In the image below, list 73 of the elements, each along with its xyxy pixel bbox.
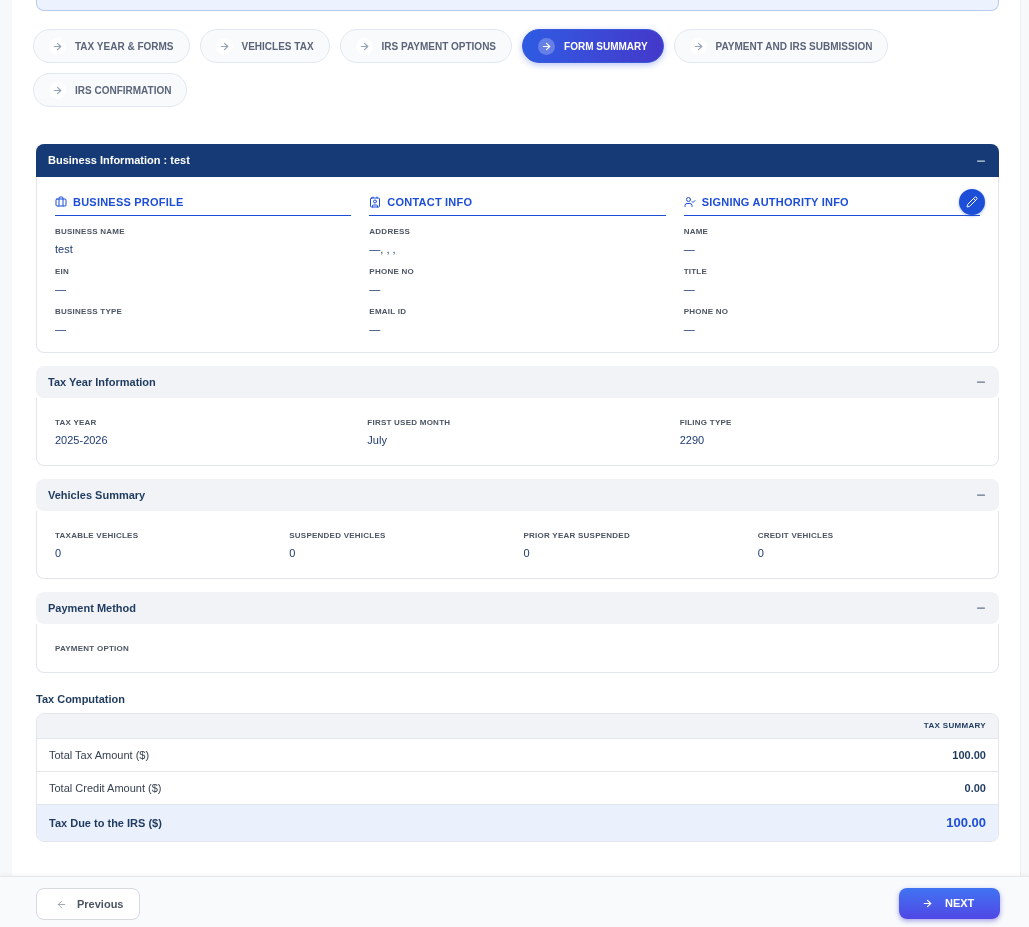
group-title: BUSINESS PROFILE [73, 194, 184, 210]
arrow-right-icon [689, 37, 707, 55]
field-value: July [367, 433, 387, 447]
section-header[interactable]: Tax Year Information [36, 366, 999, 398]
step-tab[interactable]: VEHICLES TAX [199, 29, 330, 63]
field-label: TAX YEAR [55, 418, 97, 428]
field-label: CREDIT VEHICLES [757, 531, 834, 541]
section-title: Business Information : test [48, 153, 190, 169]
section-header[interactable]: Business Information : test [36, 144, 999, 177]
field-label: PRIOR YEAR SUSPENDED [523, 531, 630, 541]
arrow-right-icon [215, 37, 233, 55]
field-label: FIRST USED MONTH [367, 418, 451, 428]
row-value: 100.00 [952, 747, 986, 763]
step-tab[interactable]: FORM SUMMARY [522, 29, 664, 63]
group-title: SIGNING AUTHORITY INFO [701, 194, 849, 210]
section-title: Tax Year Information [48, 374, 156, 390]
row-label: Total Credit Amount ($) [49, 780, 162, 796]
field-label: PAYMENT OPTION [55, 644, 130, 654]
field-value: — [683, 282, 695, 296]
column-header: TAX SUMMARY [923, 720, 986, 732]
step-tab[interactable]: IRS CONFIRMATION [33, 73, 188, 107]
contact-card-icon [369, 196, 382, 208]
arrow-right-icon [49, 37, 66, 55]
field-value: 0 [757, 546, 764, 560]
tax-computation-title: Tax Computation [36, 692, 125, 706]
arrow-right-icon [538, 37, 556, 55]
field-value: —, , , [369, 242, 396, 256]
field-value: 0 [55, 546, 62, 560]
previous-button[interactable]: Previous [36, 888, 140, 920]
arrow-right-icon [49, 81, 66, 99]
edit-button[interactable] [959, 189, 985, 215]
section-title: Vehicles Summary [48, 487, 146, 503]
field-value: — [369, 282, 381, 296]
field-label: TITLE [683, 267, 708, 277]
field-value: 2025-2026 [55, 433, 108, 447]
field-value: 0 [289, 546, 296, 560]
row-label: Tax Due to the IRS ($) [49, 815, 162, 831]
arrow-right-icon [355, 37, 373, 55]
field-label: BUSINESS NAME [55, 227, 125, 237]
row-label: Total Tax Amount ($) [49, 747, 150, 763]
next-button[interactable]: NEXT [899, 888, 1000, 919]
field-value: 0 [523, 546, 530, 560]
arrow-left-icon [56, 898, 67, 910]
field-value: 2290 [679, 433, 705, 447]
field-label: NAME [683, 227, 709, 237]
section-header[interactable]: Payment Method [36, 592, 999, 624]
field-label: PHONE NO [369, 267, 414, 277]
pencil-icon [966, 196, 978, 208]
step-tab[interactable]: TAX YEAR & FORMS [33, 29, 190, 63]
field-value: — [683, 242, 695, 256]
field-label: EMAIL ID [369, 307, 407, 317]
field-label: BUSINESS TYPE [55, 307, 123, 317]
field-value: — [683, 322, 695, 336]
field-label: ADDRESS [369, 227, 411, 237]
step-tab[interactable]: IRS PAYMENT OPTIONS [339, 29, 513, 63]
field-label: EIN [55, 267, 70, 277]
user-check-icon [683, 196, 696, 208]
group-title: CONTACT INFO [387, 194, 473, 210]
field-label: PHONE NO [683, 307, 729, 317]
arrow-right-icon [922, 898, 933, 909]
step-tab[interactable]: PAYMENT AND IRS SUBMISSION [673, 29, 889, 63]
row-value: 100.00 [946, 814, 986, 833]
field-value: test [55, 242, 73, 256]
briefcase-icon [55, 196, 67, 208]
row-value: 0.00 [964, 780, 986, 796]
section-title: Payment Method [48, 600, 136, 616]
field-value: — [369, 322, 381, 336]
field-value: — [55, 322, 66, 336]
field-value: — [55, 282, 66, 296]
field-label: TAXABLE VEHICLES [55, 531, 139, 541]
field-label: FILING TYPE [679, 418, 732, 428]
section-header[interactable]: Vehicles Summary [36, 479, 999, 511]
field-label: SUSPENDED VEHICLES [289, 531, 386, 541]
